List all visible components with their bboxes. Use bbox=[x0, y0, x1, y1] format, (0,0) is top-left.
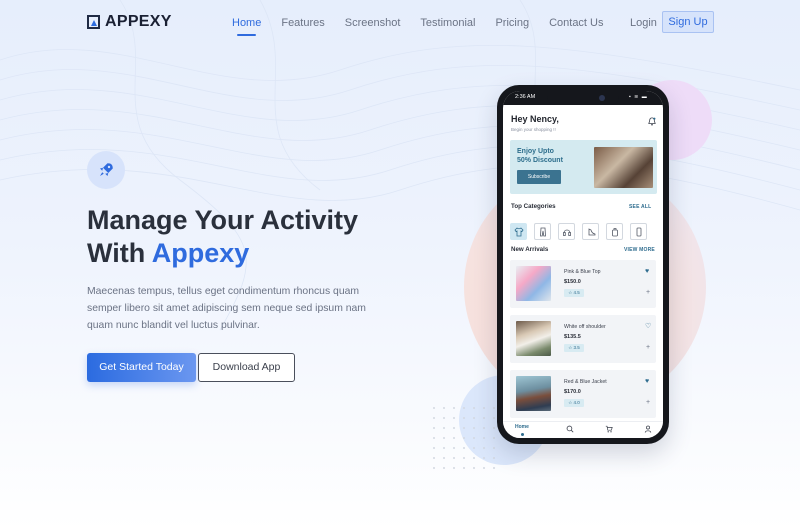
product-name: Pink & Blue Top bbox=[564, 269, 601, 275]
headline-line-2: With Appexy bbox=[87, 237, 358, 270]
get-started-button[interactable]: Get Started Today bbox=[87, 353, 196, 382]
top-navbar: APPEXY Home Features Screenshot Testimon… bbox=[0, 0, 800, 44]
subscribe-button[interactable]: Subscribe bbox=[517, 170, 561, 184]
product-name: Red & Blue Jacket bbox=[564, 379, 607, 385]
rocket-icon bbox=[100, 163, 113, 176]
product-rating: ☆ 3.5 bbox=[564, 344, 584, 352]
login-link[interactable]: Login bbox=[630, 17, 657, 29]
product-name: White off shoulder bbox=[564, 324, 606, 330]
nav-item-pricing[interactable]: Pricing bbox=[495, 17, 529, 29]
nav-item-contact-us[interactable]: Contact Us bbox=[549, 17, 603, 29]
headphones-icon bbox=[562, 229, 571, 236]
product-rating: ☆ 4.0 bbox=[564, 399, 584, 407]
category-shoes[interactable] bbox=[582, 223, 599, 240]
status-time: 2:36 AM bbox=[515, 94, 536, 100]
heart-outline-icon[interactable]: ♡ bbox=[645, 323, 651, 330]
add-to-cart-icon[interactable]: + bbox=[646, 399, 650, 406]
headline-line-1: Manage Your Activity bbox=[87, 205, 359, 235]
brand-name: APPEXY bbox=[105, 13, 172, 30]
shoe-icon bbox=[588, 227, 595, 235]
promo-line-1: Enjoy Upto bbox=[517, 148, 554, 155]
product-image bbox=[516, 266, 551, 301]
status-icons: ▪ ≋ ▬ bbox=[629, 94, 648, 100]
product-image bbox=[516, 376, 551, 411]
category-tshirt[interactable] bbox=[510, 223, 527, 240]
phone-bottom-nav: Home bbox=[503, 421, 663, 438]
rating-value: 4.5 bbox=[573, 290, 580, 295]
hero-headline: Manage Your Activity With Appexy bbox=[87, 204, 358, 270]
product-card[interactable]: Pink & Blue Top $150.0 ☆ 4.5 ♥ + bbox=[510, 260, 656, 308]
category-phone[interactable] bbox=[630, 223, 647, 240]
trousers-icon bbox=[539, 227, 546, 236]
see-all-link[interactable]: SEE ALL bbox=[629, 204, 651, 210]
rating-value: 3.5 bbox=[573, 345, 580, 350]
camera-icon bbox=[599, 95, 605, 101]
tshirt-icon bbox=[513, 226, 524, 236]
category-row bbox=[510, 223, 647, 240]
category-trousers[interactable] bbox=[534, 223, 551, 240]
heart-filled-icon[interactable]: ♥ bbox=[645, 268, 649, 275]
greeting-title: Hey Nency, bbox=[511, 114, 559, 124]
active-indicator bbox=[521, 433, 524, 436]
top-categories-title: Top Categories bbox=[511, 203, 556, 210]
signup-button[interactable]: Sign Up bbox=[662, 11, 714, 33]
cart-icon[interactable] bbox=[605, 425, 613, 433]
promo-clothing-image bbox=[594, 147, 653, 188]
mobile-phone-icon bbox=[636, 227, 641, 236]
nav-item-testimonial[interactable]: Testimonial bbox=[420, 17, 475, 29]
main-menu: Home Features Screenshot Testimonial Pri… bbox=[232, 17, 624, 36]
search-icon[interactable] bbox=[566, 425, 574, 433]
product-price: $170.0 bbox=[564, 389, 581, 395]
view-more-link[interactable]: VIEW MORE bbox=[624, 247, 655, 253]
product-image bbox=[516, 321, 551, 356]
decor-dot-grid bbox=[433, 407, 495, 469]
headline-prefix: With bbox=[87, 238, 152, 268]
nav-item-screenshot[interactable]: Screenshot bbox=[345, 17, 401, 29]
add-to-cart-icon[interactable]: + bbox=[646, 344, 650, 351]
promo-banner: Enjoy Upto 50% Discount Subscribe bbox=[510, 140, 657, 194]
logo-icon bbox=[87, 15, 100, 29]
promo-text: Enjoy Upto 50% Discount bbox=[517, 147, 563, 165]
hero-description: Maecenas tempus, tellus eget condimentum… bbox=[87, 286, 366, 331]
nav-item-features[interactable]: Features bbox=[281, 17, 324, 29]
nav-item-home[interactable]: Home bbox=[232, 17, 261, 36]
product-price: $135.5 bbox=[564, 334, 581, 340]
add-to-cart-icon[interactable]: + bbox=[646, 289, 650, 296]
phone-mockup: 2:36 AM ▪ ≋ ▬ Hey Nency, Begin your shop… bbox=[497, 85, 669, 444]
rating-value: 4.0 bbox=[573, 400, 580, 405]
bottom-nav-home[interactable]: Home bbox=[515, 424, 529, 430]
phone-notch bbox=[547, 91, 619, 105]
category-bag[interactable] bbox=[606, 223, 623, 240]
user-icon[interactable] bbox=[644, 425, 652, 433]
brand-logo-link[interactable]: APPEXY bbox=[87, 13, 172, 31]
heart-filled-icon[interactable]: ♥ bbox=[645, 378, 649, 385]
headline-accent: Appexy bbox=[151, 238, 250, 268]
bag-icon bbox=[611, 227, 618, 236]
new-arrivals-title: New Arrivals bbox=[511, 246, 549, 253]
rocket-badge bbox=[87, 151, 125, 189]
product-rating: ☆ 4.5 bbox=[564, 289, 584, 297]
product-card[interactable]: White off shoulder $135.5 ☆ 3.5 ♡ + bbox=[510, 315, 656, 363]
category-headphones[interactable] bbox=[558, 223, 575, 240]
notification-bell-icon[interactable] bbox=[648, 117, 656, 126]
greeting-subtitle: Begin your shopping !! bbox=[511, 127, 556, 132]
promo-line-2: 50% Discount bbox=[517, 157, 563, 164]
phone-screen: 2:36 AM ▪ ≋ ▬ Hey Nency, Begin your shop… bbox=[503, 91, 663, 438]
download-app-button[interactable]: Download App bbox=[198, 353, 295, 382]
product-card[interactable]: Red & Blue Jacket $170.0 ☆ 4.0 ♥ + bbox=[510, 370, 656, 418]
product-price: $150.0 bbox=[564, 279, 581, 285]
